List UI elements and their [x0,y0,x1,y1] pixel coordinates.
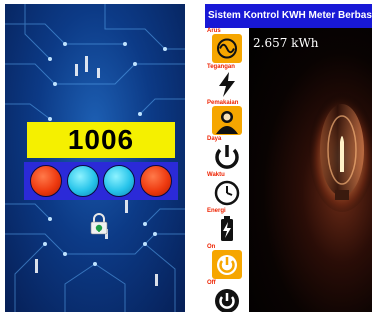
indicator-lamp-3[interactable] [103,165,136,197]
power-gauge-icon [212,142,242,171]
kwh-control-screen: Sistem Kontrol KWH Meter Berbasis Io Aru… [205,4,372,312]
sidebar-item-tegangan[interactable]: Tegangan [205,64,249,100]
current-sine-icon [212,34,242,63]
indicator-lamp-4[interactable] [139,165,172,197]
code-display: 1006 [27,122,175,158]
voltage-bolt-icon [212,70,242,99]
code-display-value: 1006 [67,124,135,155]
lock-screen: 1006 [5,4,185,312]
sidebar-item-waktu[interactable]: Waktu [205,172,249,208]
power-off-icon [212,286,242,312]
sidebar-item-daya[interactable]: Daya [205,136,249,172]
sidebar-item-arus[interactable]: Arus [205,28,249,64]
indicator-lamp-2[interactable] [66,165,99,197]
sidebar-item-off[interactable]: Off [205,280,249,312]
sidebar-item-pemakaian[interactable]: Pemakaian [205,100,249,136]
indicator-lamp-row [24,162,178,200]
power-on-icon [212,250,242,279]
indicator-lamp-1[interactable] [30,165,63,197]
energy-display-panel: 2.657 kWh [249,28,372,312]
padlock-icon[interactable] [89,213,109,235]
sidebar-item-energi[interactable]: Energi [205,208,249,244]
battery-charge-icon [212,214,242,243]
light-bulb-image [309,92,372,212]
sidebar-menu: Arus Tegangan Pemakaian Daya Waktu Energ… [205,28,249,312]
circuit-background [5,4,185,312]
clock-icon [212,178,242,207]
app-title: Sistem Kontrol KWH Meter Berbasis Io [208,10,372,21]
energy-reading: 2.657 kWh [253,36,319,50]
user-usage-icon [212,106,242,135]
app-title-bar: Sistem Kontrol KWH Meter Berbasis Io [205,4,372,28]
sidebar-item-on[interactable]: On [205,244,249,280]
